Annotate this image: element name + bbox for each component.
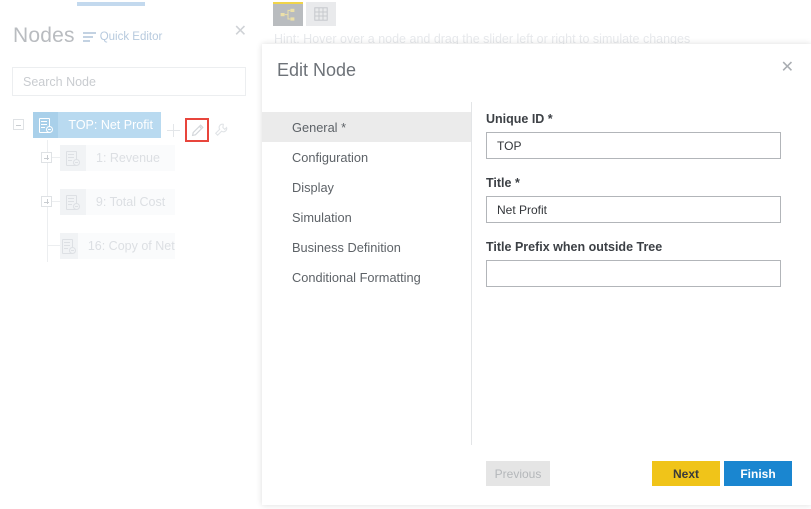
field-label: Title Prefix when outside Tree [486,240,663,254]
field-label: Title * [486,176,520,190]
search-placeholder: Search Node [23,74,96,89]
dialog-footer: Previous Next Finish [262,445,811,505]
canvas-toolbar [273,2,339,26]
tree-node-label: 9: Total Cost [95,195,166,209]
dialog-header: Edit Node ✕ [262,44,811,102]
unique-id-input[interactable]: TOP [486,132,781,159]
tab-simulation[interactable]: Simulation [262,202,472,232]
tree-node-label: 1: Revenue [96,151,160,165]
tree-row[interactable]: 1: Revenue [0,140,258,184]
tab-conditional-formatting[interactable]: Conditional Formatting [262,262,472,292]
tree-node[interactable]: 16: Copy of Net Pr... [60,233,175,259]
tree-node-label: TOP: Net Profit [68,118,153,132]
nodes-panel: Nodes Quick Editor ✕ Search Node TOP: Ne… [0,12,258,509]
tab-display[interactable]: Display [262,172,472,202]
document-node-icon [60,145,86,171]
unique-id-value: TOP [497,138,522,153]
dialog-tab-list: General * Configuration Display Simulati… [262,102,472,445]
document-node-icon [33,112,59,138]
edit-node-icon [191,123,204,137]
node-action-toolbar [167,118,228,142]
field-label: Unique ID * [486,112,553,126]
tree-node-label: 16: Copy of Net Pr... [87,239,175,253]
grid-table-icon [314,7,328,21]
expand-toggle[interactable] [41,196,52,207]
quick-editor-link[interactable]: Quick Editor [82,30,163,43]
previous-button[interactable]: Previous [486,461,550,486]
filter-lines-icon [82,31,96,42]
add-node-icon[interactable] [167,123,180,137]
title-prefix-input[interactable] [486,260,781,287]
tab-general[interactable]: General * [262,112,472,142]
wrench-icon[interactable] [214,123,228,137]
title-value: Net Profit [497,202,548,217]
dialog-body: General * Configuration Display Simulati… [262,102,811,445]
expand-toggle[interactable] [41,152,52,163]
app-root: Nodes Quick Editor ✕ Search Node TOP: Ne… [0,0,811,509]
field-title-prefix: Title Prefix when outside Tree [486,240,781,287]
dialog-form: Unique ID * TOP Title * Net Profit Title… [472,102,811,445]
tree-row[interactable]: 16: Copy of Net Pr... [0,228,258,272]
table-view-button[interactable] [306,2,336,26]
graph-view-button[interactable] [273,2,303,26]
tree-node-selected[interactable]: TOP: Net Profit [33,112,161,138]
page-title: Nodes [13,24,75,47]
dialog-title: Edit Node [277,60,357,80]
edit-node-dialog: Edit Node ✕ General * Configuration Disp… [262,44,811,505]
tree-node[interactable]: 9: Total Cost [60,189,175,215]
nodes-panel-header: Nodes Quick Editor [13,24,162,48]
finish-button[interactable]: Finish [724,461,792,486]
title-input[interactable]: Net Profit [486,196,781,223]
tab-configuration[interactable]: Configuration [262,142,472,172]
quick-editor-label: Quick Editor [99,30,163,43]
close-icon[interactable]: ✕ [234,24,247,40]
collapse-toggle[interactable] [13,119,24,130]
tab-business-definition[interactable]: Business Definition [262,232,472,262]
close-icon[interactable]: ✕ [781,60,794,76]
node-graph-icon [280,8,295,21]
edit-node-highlight[interactable] [185,118,209,142]
next-button[interactable]: Next [652,461,720,486]
tree-node[interactable]: 1: Revenue [60,145,175,171]
document-node-icon [60,189,86,215]
field-title: Title * Net Profit [486,176,781,223]
field-unique-id: Unique ID * TOP [486,112,781,159]
top-accent-bar [77,2,145,6]
tree-row[interactable]: 9: Total Cost [0,184,258,228]
search-input[interactable]: Search Node [12,67,246,96]
document-node-icon [60,233,78,259]
